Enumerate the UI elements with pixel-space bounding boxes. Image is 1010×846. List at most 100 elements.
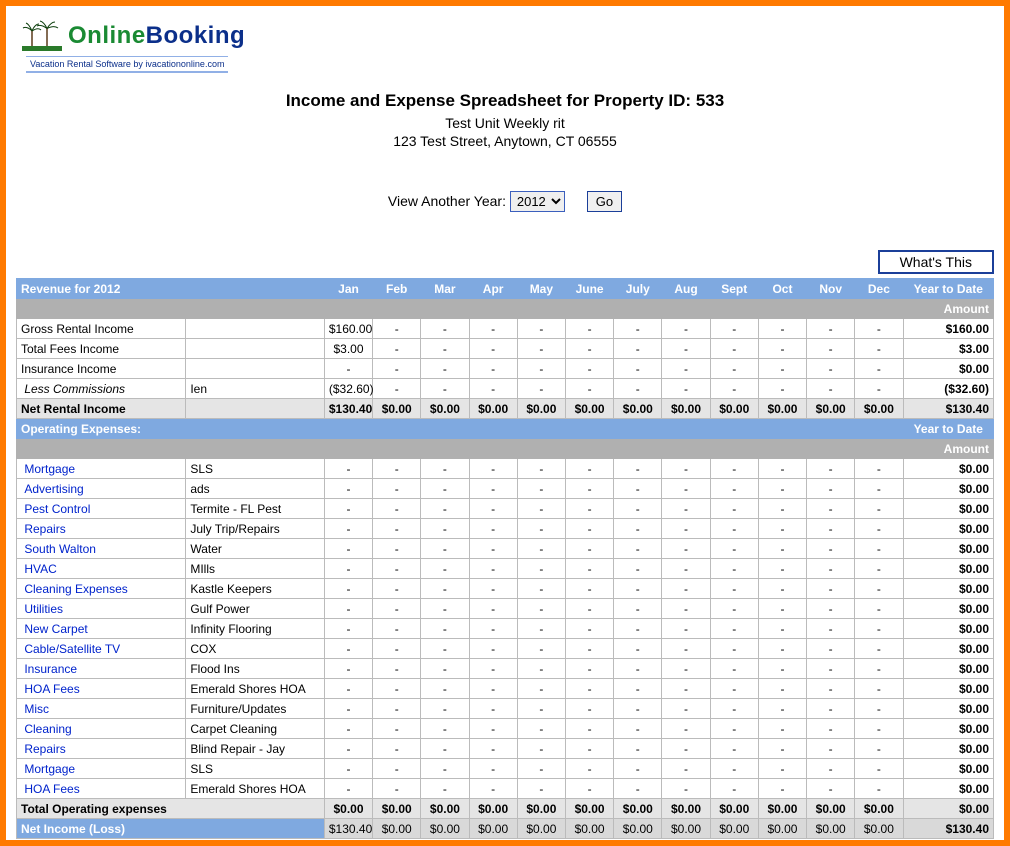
expense-category[interactable]: Pest Control (17, 499, 186, 519)
net-income-value: $0.00 (565, 819, 613, 839)
expense-value: - (469, 539, 517, 559)
expense-value: - (469, 479, 517, 499)
expense-link[interactable]: Advertising (24, 482, 83, 496)
expense-value: - (324, 759, 372, 779)
go-button[interactable]: Go (587, 191, 622, 212)
net-rental-value: $0.00 (565, 399, 613, 419)
expense-ytd: $0.00 (903, 739, 994, 759)
expense-category[interactable]: Mortgage (17, 759, 186, 779)
logo-text: OnlineBooking (68, 22, 245, 50)
expense-category[interactable]: Repairs (17, 739, 186, 759)
expense-value: - (855, 779, 903, 799)
expense-value: - (807, 719, 855, 739)
expense-category[interactable]: HOA Fees (17, 679, 186, 699)
expense-category[interactable]: South Walton (17, 539, 186, 559)
expense-value: - (758, 559, 806, 579)
expense-value: - (324, 659, 372, 679)
revenue-category: Gross Rental Income (17, 319, 186, 339)
expense-link[interactable]: Cable/Satellite TV (24, 642, 120, 656)
revenue-value: - (855, 379, 903, 399)
expense-value: - (710, 459, 758, 479)
expense-link[interactable]: Repairs (24, 522, 65, 536)
ytd-header: Year to Date (903, 279, 994, 299)
expense-link[interactable]: Utilities (24, 602, 63, 616)
expense-link[interactable]: Misc (24, 702, 49, 716)
expense-category[interactable]: HOA Fees (17, 779, 186, 799)
expense-value: - (421, 539, 469, 559)
revenue-value: - (855, 319, 903, 339)
expense-value: - (710, 579, 758, 599)
net-rental-value: $0.00 (807, 399, 855, 419)
revenue-value: - (517, 319, 565, 339)
expense-value: - (710, 679, 758, 699)
revenue-value: - (421, 379, 469, 399)
expense-category[interactable]: Repairs (17, 519, 186, 539)
expense-link[interactable]: Repairs (24, 742, 65, 756)
expense-category[interactable]: Cable/Satellite TV (17, 639, 186, 659)
expense-link[interactable]: Pest Control (24, 502, 90, 516)
revenue-value: - (469, 339, 517, 359)
expense-link[interactable]: HOA Fees (24, 682, 79, 696)
expense-value: - (324, 499, 372, 519)
expense-category[interactable]: Misc (17, 699, 186, 719)
month-header: June (565, 279, 613, 299)
expense-link[interactable]: South Walton (24, 542, 96, 556)
expense-category[interactable]: Advertising (17, 479, 186, 499)
month-header: Aug (662, 279, 710, 299)
expense-category[interactable]: Cleaning (17, 719, 186, 739)
expense-value: - (421, 459, 469, 479)
expense-value: - (324, 559, 372, 579)
expense-desc: SLS (186, 459, 325, 479)
expense-value: - (517, 499, 565, 519)
expense-value: - (710, 739, 758, 759)
month-header: Mar (421, 279, 469, 299)
net-rental-value: $0.00 (710, 399, 758, 419)
expense-value: - (758, 739, 806, 759)
expense-link[interactable]: Mortgage (24, 762, 75, 776)
expense-link[interactable]: New Carpet (24, 622, 87, 636)
expense-category[interactable]: HVAC (17, 559, 186, 579)
expense-value: - (758, 699, 806, 719)
expense-desc: Flood Ins (186, 659, 325, 679)
expense-category[interactable]: New Carpet (17, 619, 186, 639)
expense-value: - (469, 719, 517, 739)
expense-value: - (517, 599, 565, 619)
net-rental-ytd: $130.40 (903, 399, 994, 419)
expense-value: - (855, 659, 903, 679)
expense-category[interactable]: Cleaning Expenses (17, 579, 186, 599)
expense-ytd: $0.00 (903, 759, 994, 779)
expense-ytd: $0.00 (903, 779, 994, 799)
net-rental-value: $0.00 (662, 399, 710, 419)
logo-tagline: Vacation Rental Software by ivacationonl… (26, 56, 228, 73)
whats-this-button[interactable]: What's This (878, 250, 994, 274)
expense-value: - (710, 519, 758, 539)
year-select[interactable]: 2012 (510, 191, 565, 212)
amount-header-2: Amount (903, 439, 994, 459)
expense-category[interactable]: Utilities (17, 599, 186, 619)
expense-value: - (855, 499, 903, 519)
expense-value: - (710, 719, 758, 739)
revenue-ytd: ($32.60) (903, 379, 994, 399)
expense-value: - (469, 639, 517, 659)
revenue-desc (186, 319, 325, 339)
expense-link[interactable]: HOA Fees (24, 782, 79, 796)
expense-value: - (565, 519, 613, 539)
total-expenses-value: $0.00 (469, 799, 517, 819)
expense-link[interactable]: HVAC (24, 562, 56, 576)
expense-value: - (421, 499, 469, 519)
expense-link[interactable]: Insurance (24, 662, 77, 676)
expense-category[interactable]: Insurance (17, 659, 186, 679)
expense-link[interactable]: Mortgage (24, 462, 75, 476)
revenue-value: - (421, 359, 469, 379)
expense-value: - (614, 639, 662, 659)
amount-header: Amount (903, 299, 994, 319)
expense-link[interactable]: Cleaning Expenses (24, 582, 127, 596)
expense-value: - (855, 739, 903, 759)
expense-ytd: $0.00 (903, 579, 994, 599)
net-rental-value: $0.00 (421, 399, 469, 419)
expense-value: - (421, 679, 469, 699)
expense-value: - (758, 679, 806, 699)
expense-value: - (324, 779, 372, 799)
expense-link[interactable]: Cleaning (24, 722, 71, 736)
expense-category[interactable]: Mortgage (17, 459, 186, 479)
